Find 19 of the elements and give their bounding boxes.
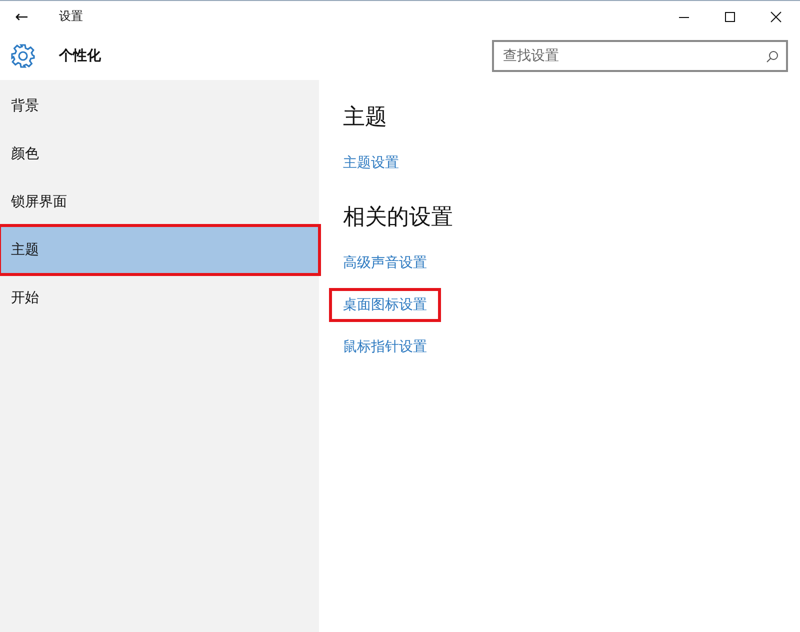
sidebar-item[interactable]: 锁屏界面 [0,178,319,226]
back-button[interactable]: ← [15,7,31,26]
search-icon [766,50,779,63]
sidebar-item[interactable]: 颜色 [0,130,319,178]
sidebar-item[interactable]: 开始 [0,274,319,322]
sidebar-item[interactable]: 背景 [0,82,319,130]
close-icon[interactable] [770,10,782,22]
search-field[interactable]: 查找设置 [492,40,788,72]
settings-link[interactable]: 高级声音设置 [329,246,441,280]
section-heading: 主题 [343,104,387,132]
settings-link[interactable]: 桌面图标设置 [329,288,441,322]
page-title: 个性化 [59,47,101,65]
section-heading: 相关的设置 [343,204,453,232]
maximize-icon[interactable] [724,10,736,22]
settings-link[interactable]: 主题设置 [329,146,413,180]
window-title: 设置 [59,8,83,25]
sidebar-item[interactable]: 主题 [0,226,319,274]
settings-icon [10,43,36,69]
settings-link[interactable]: 鼠标指针设置 [329,330,441,364]
